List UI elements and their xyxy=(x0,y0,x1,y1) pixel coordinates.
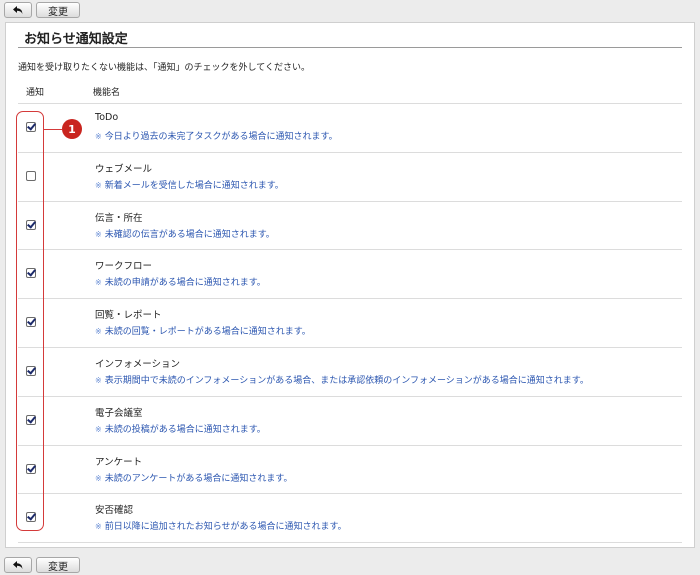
feature-description-text: 今日より過去の未完了タスクがある場合に通知されます。 xyxy=(104,132,338,142)
page-title: お知らせ通知設定 xyxy=(24,32,128,47)
feature-name: ToDo xyxy=(95,112,119,123)
feature-description-text: 未読の回覧・レポートがある場合に通知されます。 xyxy=(104,327,311,338)
row-divider xyxy=(18,395,682,397)
feature-description: ※ 未読のアンケートがある場合に通知されます。 xyxy=(95,471,292,484)
feature-name: 電子会議室 xyxy=(95,407,143,419)
row-divider xyxy=(18,542,682,544)
feature-description: ※ 未確認の伝言がある場合に通知されます。 xyxy=(95,227,275,240)
feature-description: ※ 未読の回覧・レポートがある場合に通知されます。 xyxy=(95,324,311,337)
back-arrow-icon xyxy=(13,6,23,14)
settings-panel: お知らせ通知設定 通知を受け取りたくない機能は、「通知」のチェックを外してくださ… xyxy=(5,22,695,548)
row-divider xyxy=(18,298,682,300)
feature-name: インフォメーション xyxy=(95,359,181,370)
note-mark-icon: ※ xyxy=(95,424,102,434)
note-mark-icon: ※ xyxy=(95,327,102,337)
note-mark-icon: ※ xyxy=(95,278,102,288)
back-button[interactable] xyxy=(4,2,32,18)
row-divider xyxy=(18,103,682,104)
column-header-feature-name: 機能名 xyxy=(93,88,121,98)
row-divider xyxy=(18,200,682,202)
feature-name: アンケート xyxy=(95,456,143,468)
callout-highlight xyxy=(16,111,44,531)
feature-description-text: 表示期間中で未読のインフォメーションがある場合、または承認依頼のインフォメーショ… xyxy=(104,376,589,386)
row-divider xyxy=(18,151,682,153)
feature-name: 安否確認 xyxy=(95,505,134,517)
note-mark-icon: ※ xyxy=(95,376,102,385)
row-divider xyxy=(18,444,682,446)
intro-text: 通知を受け取りたくない機能は、「通知」のチェックを外してください。 xyxy=(18,63,310,73)
feature-description-text: 新着メールを受信した場合に通知されます。 xyxy=(104,180,284,191)
top-toolbar: 変更 xyxy=(0,0,700,20)
row-divider xyxy=(18,347,682,348)
feature-description-text: 未読の申請がある場合に通知されます。 xyxy=(104,278,266,289)
feature-description: ※ 表示期間中で未読のインフォメーションがある場合、または承認依頼のインフォメーシ… xyxy=(95,373,589,386)
feature-name: 伝言・所在 xyxy=(95,212,143,224)
feature-description-text: 前日以降に追加されたお知らせがある場合に通知されます。 xyxy=(104,522,347,533)
feature-description-text: 未読のアンケートがある場合に通知されます。 xyxy=(104,473,293,484)
change-button[interactable]: 変更 xyxy=(36,557,80,573)
feature-description-text: 未読の投稿がある場合に通知されます。 xyxy=(104,424,266,435)
feature-name: ワークフロー xyxy=(95,261,153,273)
note-mark-icon: ※ xyxy=(95,132,102,141)
note-mark-icon: ※ xyxy=(95,473,102,483)
feature-name: ウェブメール xyxy=(95,163,153,175)
title-divider xyxy=(18,47,682,48)
bottom-toolbar: 変更 xyxy=(0,555,700,575)
change-button[interactable]: 変更 xyxy=(36,2,80,18)
column-header-notice: 通知 xyxy=(26,88,45,98)
feature-description: ※ 未読の申請がある場合に通知されます。 xyxy=(95,275,266,288)
feature-description-text: 未確認の伝言がある場合に通知されます。 xyxy=(104,229,275,240)
note-mark-icon: ※ xyxy=(95,229,102,239)
feature-description: ※ 未読の投稿がある場合に通知されます。 xyxy=(95,422,266,435)
note-mark-icon: ※ xyxy=(95,522,102,532)
callout-badge: 1 xyxy=(62,119,82,139)
row-divider xyxy=(18,493,682,495)
back-arrow-icon xyxy=(13,561,23,569)
note-mark-icon: ※ xyxy=(95,180,102,190)
feature-description: ※ 新着メールを受信した場合に通知されます。 xyxy=(95,178,284,191)
feature-description: ※ 今日より過去の未完了タスクがある場合に通知されます。 xyxy=(95,129,338,142)
feature-description: ※ 前日以降に追加されたお知らせがある場合に通知されます。 xyxy=(95,519,347,532)
back-button[interactable] xyxy=(4,557,32,573)
callout-connector xyxy=(44,129,62,130)
row-divider xyxy=(18,249,682,251)
feature-name: 回覧・レポート xyxy=(95,310,162,322)
